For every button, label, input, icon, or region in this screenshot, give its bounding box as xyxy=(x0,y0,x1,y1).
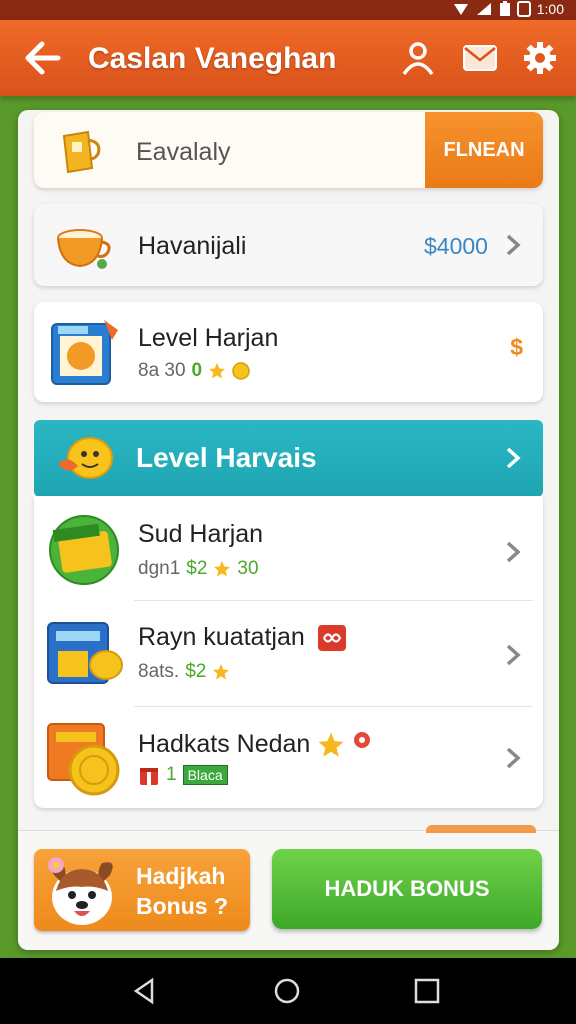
picture-board-icon xyxy=(51,320,118,385)
coffee-cup-icon xyxy=(57,229,111,269)
gift-icon xyxy=(140,768,158,785)
item-name: Hadkats Nedan xyxy=(138,730,372,759)
list-item-hadkats-nedan[interactable]: Hadkats Nedan 1 Blaca xyxy=(34,708,543,808)
back-arrow-icon[interactable] xyxy=(22,38,62,78)
green-badge-icon xyxy=(49,515,119,585)
infinity-badge-icon xyxy=(317,625,346,652)
star-icon xyxy=(214,561,231,577)
item-price: $4000 xyxy=(424,233,488,259)
star-icon xyxy=(213,664,230,680)
item-name-text: Rayn kuatatjan xyxy=(138,623,305,651)
wifi-icon xyxy=(453,4,468,15)
profile-icon[interactable] xyxy=(400,40,436,76)
app-title: Caslan Vaneghan xyxy=(88,42,337,75)
item-sub-badge: Blaca xyxy=(182,765,228,785)
item-name-text: Hadkats Nedan xyxy=(138,730,311,758)
item-sub-text: 8ats. xyxy=(138,661,180,682)
item-sub-number: 30 xyxy=(237,558,259,579)
item-name: Level Harjan xyxy=(138,324,279,352)
nav-recents-icon[interactable] xyxy=(412,976,442,1006)
gold-coins-icon xyxy=(47,723,120,796)
item-name: Sud Harjan xyxy=(138,520,264,548)
cup-icon xyxy=(62,130,101,174)
list-item-rayn-kuatatjan[interactable]: Rayn kuatatjan 8ats. $2 xyxy=(34,601,543,705)
item-subtitle: 8ats. $2 xyxy=(138,661,230,683)
item-subtitle: dgn1 $2 30 xyxy=(138,558,259,580)
item-sub-price: $2 xyxy=(186,558,208,579)
item-name: Havanijali xyxy=(138,232,247,260)
settings-gear-icon[interactable] xyxy=(522,40,558,76)
item-list: Sud Harjan dgn1 $2 30 Rayn kuatatjan 8at… xyxy=(34,496,543,808)
status-icons: 1:00 xyxy=(453,1,564,17)
tab-indicator xyxy=(426,825,536,833)
item-subtitle: 1 Blaca xyxy=(138,764,228,786)
nav-back-icon[interactable] xyxy=(130,976,160,1006)
dog-mascot-icon xyxy=(48,857,113,925)
list-item-havanijali[interactable]: Havanijali $4000 xyxy=(34,204,543,286)
signal-icon xyxy=(476,3,491,15)
system-nav-bar xyxy=(0,958,576,1024)
bonus-question-button[interactable]: Hadjkah Bonus ? xyxy=(34,849,250,931)
chevron-right-icon xyxy=(506,447,521,469)
app-bar: Caslan Vaneghan xyxy=(0,20,576,96)
item-name: Rayn kuatatjan xyxy=(138,623,346,652)
list-item-sud-harjan[interactable]: Sud Harjan dgn1 $2 30 xyxy=(34,496,543,600)
nav-home-icon[interactable] xyxy=(272,976,302,1006)
item-name: Level Harvais xyxy=(136,442,317,473)
sim-icon xyxy=(516,1,531,17)
search-card[interactable]: Eavalaly FLNEAN xyxy=(34,112,543,188)
star-icon xyxy=(318,732,344,758)
status-time: 1:00 xyxy=(536,1,564,17)
search-button[interactable]: FLNEAN xyxy=(425,112,543,188)
bonus-button[interactable]: HADUK BONUS xyxy=(272,849,542,929)
bottom-action-bar: Hadjkah Bonus ? HADUK BONUS xyxy=(18,825,559,950)
item-sub-number: 0 xyxy=(191,360,203,381)
divider xyxy=(134,706,533,707)
chevron-right-icon xyxy=(506,644,521,666)
main-panel: Eavalaly FLNEAN Havanijali $4000 Level H… xyxy=(18,110,559,950)
item-sub-price: $2 xyxy=(185,661,207,682)
cash-register-icon xyxy=(47,622,123,684)
search-placeholder[interactable]: Eavalaly xyxy=(136,138,231,167)
bonus-question-label: Hadjkah Bonus ? xyxy=(136,863,228,919)
status-bar: 1:00 xyxy=(0,0,576,20)
smiley-fruit-icon xyxy=(58,437,113,479)
item-subtitle: 8a 30 0 xyxy=(138,360,250,382)
list-item-level-harvais[interactable]: Level Harvais xyxy=(34,420,543,497)
mail-icon[interactable] xyxy=(462,40,498,76)
flower-icon xyxy=(354,732,371,748)
list-item-level-harjan[interactable]: Level Harjan 8a 30 0 $ xyxy=(34,302,543,402)
item-sub-text: dgn1 xyxy=(138,558,181,579)
item-sub-number: 1 xyxy=(166,764,177,785)
battery-icon xyxy=(499,1,510,16)
coin-icon xyxy=(232,362,250,380)
chevron-right-icon xyxy=(506,541,521,563)
chevron-right-icon xyxy=(506,234,521,256)
item-price: $ xyxy=(510,334,523,360)
chevron-right-icon xyxy=(506,747,521,769)
star-icon xyxy=(209,363,226,379)
item-sub-text: 8a 30 xyxy=(138,360,186,381)
